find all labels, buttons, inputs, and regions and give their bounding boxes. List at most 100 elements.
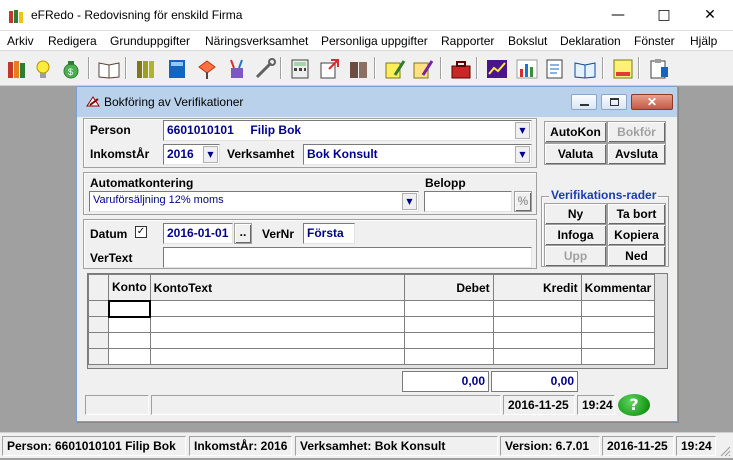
- delete-row-button[interactable]: Ta bort: [607, 203, 666, 225]
- auto-label: Automatkontering: [90, 176, 194, 190]
- window-close-button[interactable]: ✕: [631, 94, 673, 110]
- ledgers-icon[interactable]: [133, 56, 157, 80]
- business-select[interactable]: Bok Konsult ▼: [303, 144, 532, 165]
- status-date: 2016-11-25: [602, 436, 674, 456]
- menu-fonster[interactable]: Fönster: [634, 34, 675, 48]
- line-chart-icon[interactable]: [484, 56, 508, 80]
- status-bar: Person: 6601010101 Filip Bok InkomstÅr: …: [0, 432, 733, 458]
- menu-rapporter[interactable]: Rapporter: [441, 34, 494, 48]
- window-restore-button[interactable]: [601, 94, 627, 110]
- table-cell[interactable]: [403, 332, 494, 349]
- table-cell[interactable]: [492, 300, 582, 317]
- window-minimize-button[interactable]: [571, 94, 597, 110]
- col-header-kontotext[interactable]: KontoText: [149, 274, 405, 301]
- chevron-down-icon[interactable]: ▼: [515, 146, 530, 163]
- toolbox-icon[interactable]: [448, 56, 472, 80]
- pencil-book-icon[interactable]: [410, 56, 434, 80]
- new-row-button[interactable]: Ny: [544, 203, 607, 225]
- table-row[interactable]: [88, 299, 656, 318]
- menu-naringsverksamhet[interactable]: Näringsverksamhet: [205, 34, 308, 48]
- table-cell[interactable]: [492, 332, 582, 349]
- table-cell[interactable]: [149, 300, 405, 317]
- copy-row-button[interactable]: Kopiera: [607, 224, 666, 246]
- move-down-button[interactable]: Ned: [607, 245, 666, 267]
- chevron-down-icon[interactable]: ▼: [515, 122, 530, 139]
- datum-checkbox[interactable]: ✓: [135, 226, 147, 238]
- datum-picker-button[interactable]: ..: [234, 223, 252, 244]
- minimize-button[interactable]: —: [595, 0, 641, 31]
- menu-hjalp[interactable]: Hjälp: [690, 34, 717, 48]
- export-icon[interactable]: [316, 56, 340, 80]
- table-cell[interactable]: [580, 300, 656, 317]
- autokon-button[interactable]: AutoKon: [544, 121, 607, 143]
- table-cell[interactable]: [107, 299, 152, 318]
- maximize-button[interactable]: □: [641, 0, 687, 31]
- calculator-icon[interactable]: [287, 56, 311, 80]
- table-cell[interactable]: [492, 348, 582, 365]
- verification-grid[interactable]: Konto KontoText Debet Kredit Kommentar: [87, 273, 668, 369]
- tools-icon[interactable]: [252, 56, 276, 80]
- table-cell[interactable]: [492, 316, 582, 333]
- notepad-icon[interactable]: [542, 56, 566, 80]
- row-header: [88, 332, 109, 349]
- table-cell[interactable]: [108, 316, 151, 333]
- bar-chart-icon[interactable]: [514, 56, 538, 80]
- col-header-kredit[interactable]: Kredit: [492, 274, 582, 301]
- table-cell[interactable]: [403, 348, 494, 365]
- blue-book-icon[interactable]: [164, 56, 188, 80]
- book-stack-icon[interactable]: [346, 56, 370, 80]
- table-row[interactable]: [88, 316, 656, 333]
- col-header-debet[interactable]: Debet: [403, 274, 494, 301]
- books-icon[interactable]: [4, 56, 28, 80]
- table-cell[interactable]: [149, 332, 405, 349]
- clipboard-icon[interactable]: [646, 56, 670, 80]
- table-cell[interactable]: [108, 348, 151, 365]
- close-button[interactable]: ✕: [687, 0, 733, 31]
- table-cell[interactable]: [403, 316, 494, 333]
- table-row[interactable]: [88, 348, 656, 365]
- table-row[interactable]: [88, 332, 656, 349]
- valuta-button[interactable]: Valuta: [544, 143, 607, 165]
- money-bag-icon[interactable]: $: [58, 56, 82, 80]
- open-book-icon[interactable]: [96, 56, 120, 80]
- highlighter-book-icon[interactable]: [382, 56, 406, 80]
- status-time: 19:24: [676, 436, 716, 456]
- table-cell[interactable]: [580, 316, 656, 333]
- menu-arkiv[interactable]: Arkiv: [7, 34, 34, 48]
- menu-personliga-uppgifter[interactable]: Personliga uppgifter: [321, 34, 428, 48]
- status-business: Verksamhet: Bok Konsult: [295, 436, 498, 456]
- auto-select[interactable]: Varuförsäljning 12% moms ▼: [89, 191, 419, 212]
- tax-form-icon[interactable]: [610, 56, 634, 80]
- resize-grip-icon[interactable]: [719, 445, 731, 457]
- table-cell[interactable]: [580, 348, 656, 365]
- table-cell[interactable]: [580, 332, 656, 349]
- menu-deklaration[interactable]: Deklaration: [560, 34, 621, 48]
- signpost-icon[interactable]: [194, 56, 218, 80]
- table-cell[interactable]: [149, 316, 405, 333]
- table-cell[interactable]: [108, 332, 151, 349]
- table-cell[interactable]: [403, 300, 494, 317]
- chevron-down-icon[interactable]: ▼: [402, 193, 417, 210]
- move-up-button[interactable]: Upp: [544, 245, 607, 267]
- avsluta-button[interactable]: Avsluta: [607, 143, 666, 165]
- reader-icon[interactable]: [572, 56, 596, 80]
- pen-cup-icon[interactable]: [224, 56, 248, 80]
- insert-row-button[interactable]: Infoga: [544, 224, 607, 246]
- percent-button[interactable]: %: [514, 191, 532, 212]
- menu-grunduppgifter[interactable]: Grunduppgifter: [110, 34, 190, 48]
- lightbulb-icon[interactable]: [30, 56, 54, 80]
- bokfor-button[interactable]: Bokför: [607, 121, 666, 143]
- menu-redigera[interactable]: Redigera: [48, 34, 97, 48]
- year-select[interactable]: 2016 ▼: [163, 144, 220, 165]
- person-select[interactable]: 6601010101 Filip Bok ▼: [163, 120, 532, 141]
- menu-bokslut[interactable]: Bokslut: [508, 34, 547, 48]
- table-cell[interactable]: [149, 348, 405, 365]
- person-id: 6601010101: [167, 123, 234, 137]
- help-icon[interactable]: ?: [618, 394, 650, 416]
- chevron-down-icon[interactable]: ▼: [203, 146, 218, 163]
- belopp-input[interactable]: [424, 191, 512, 212]
- vertext-input[interactable]: [163, 247, 532, 268]
- datum-input[interactable]: 2016-01-01: [163, 223, 233, 244]
- col-header-konto[interactable]: Konto: [108, 274, 151, 301]
- col-header-kommentar[interactable]: Kommentar: [580, 274, 656, 301]
